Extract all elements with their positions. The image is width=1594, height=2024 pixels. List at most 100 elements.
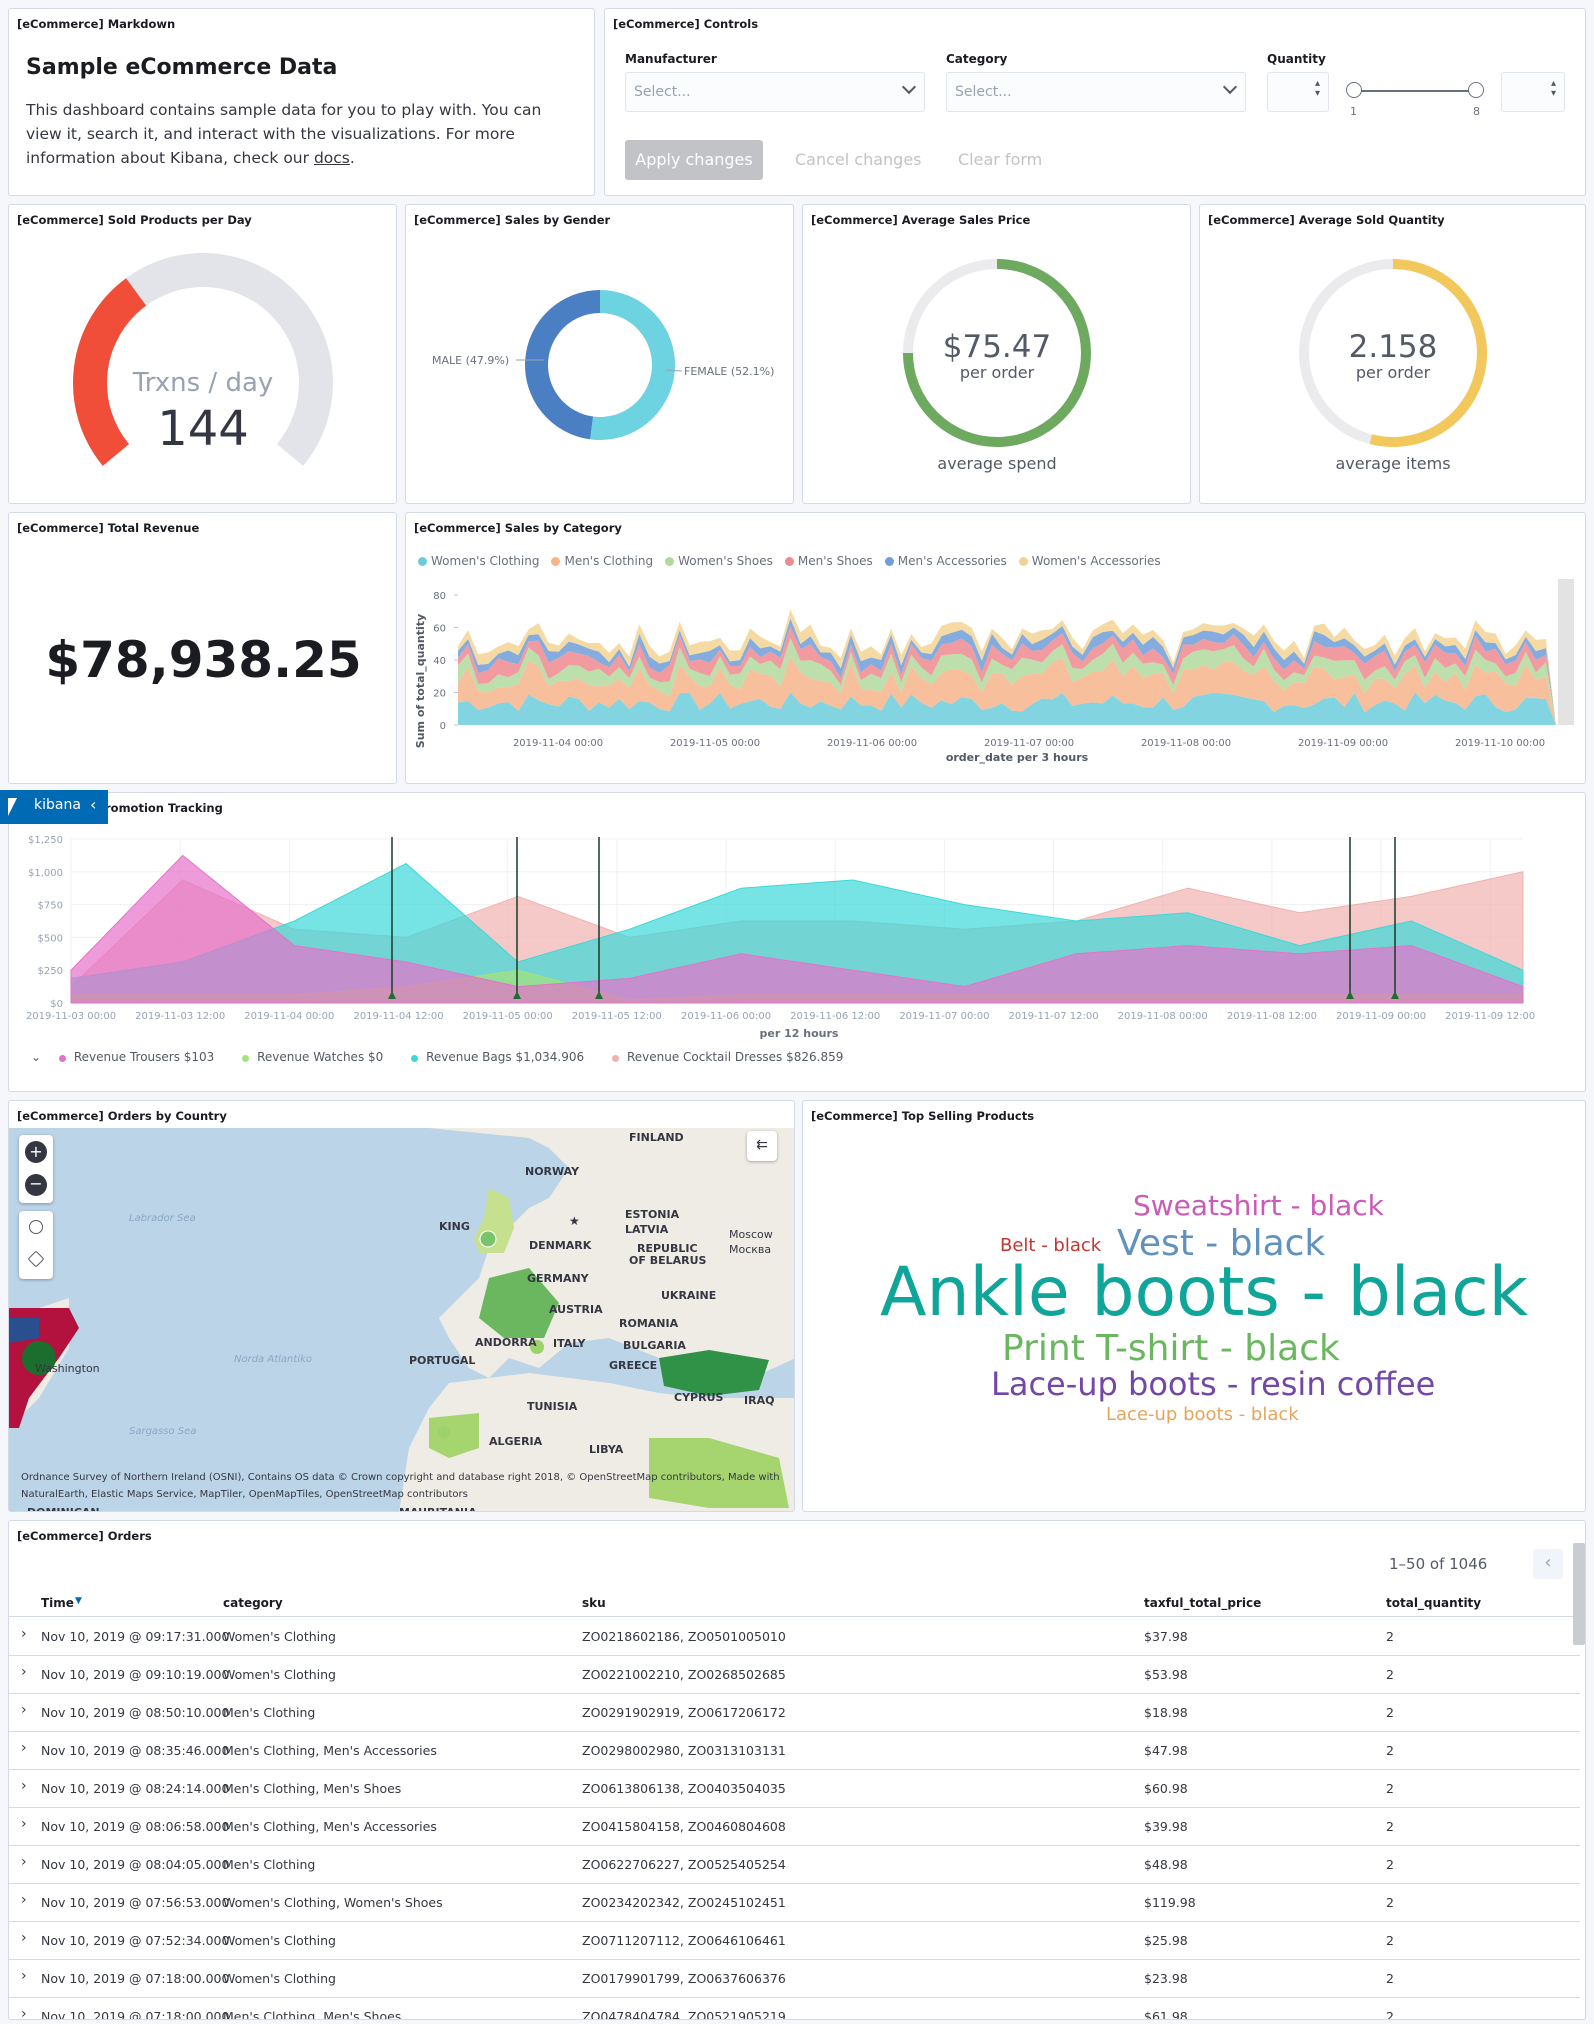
table-cell: Women's Clothing	[223, 1629, 336, 1644]
manufacturer-select[interactable]: Select...	[625, 72, 925, 112]
range-max-tick: 8	[1473, 105, 1480, 118]
sort-desc-icon[interactable]: ▼	[75, 1596, 82, 1606]
map-label: Moscow	[729, 1228, 773, 1241]
word-print-tshirt[interactable]: Print T-shirt - black	[1002, 1328, 1340, 1369]
legend-item[interactable]: Revenue Cocktail Dresses $826.859	[612, 1050, 843, 1064]
range-track[interactable]	[1353, 90, 1477, 92]
table-row[interactable]: › Nov 10, 2019 @ 07:18:00.000 Men's Clothi…	[9, 1998, 1580, 2020]
quantity-min-input[interactable]: ▴ ▾	[1267, 72, 1329, 112]
table-row[interactable]: › Nov 10, 2019 @ 08:04:05.000 Men's Clothi…	[9, 1846, 1580, 1884]
y-tick: $0	[50, 999, 63, 1010]
layer-toggle-icon[interactable]: ⇇	[747, 1131, 777, 1161]
capital-star-icon: ★	[569, 1214, 580, 1228]
x-tick: 2019-11-09 12:00	[1445, 1011, 1535, 1022]
docs-link[interactable]: docs	[314, 149, 350, 167]
word-sweatshirt[interactable]: Sweatshirt - black	[1133, 1189, 1384, 1222]
kibana-logo-icon	[8, 798, 17, 816]
cancel-changes-button[interactable]: Cancel changes	[795, 150, 922, 169]
metric-ring: $75.47 per order average spend	[903, 259, 1091, 473]
map-label: Norda Atlantiko	[234, 1354, 312, 1365]
expand-row-icon[interactable]: ›	[21, 1626, 27, 1642]
expand-row-icon[interactable]: ›	[21, 1664, 27, 1680]
x-tick: 2019-11-06 12:00	[790, 1011, 880, 1022]
quantity-max-input[interactable]: ▴ ▾	[1501, 72, 1565, 112]
y-tick: 20	[433, 689, 446, 700]
map-label: KING	[439, 1220, 470, 1233]
table-row[interactable]: › Nov 10, 2019 @ 08:24:14.000 Men's Clothi…	[9, 1770, 1580, 1808]
table-row[interactable]: › Nov 10, 2019 @ 08:50:10.000 Men's Clothi…	[9, 1694, 1580, 1732]
table-row[interactable]: › Nov 10, 2019 @ 07:56:53.000 Women's Clot…	[9, 1884, 1580, 1922]
legend-toggle-icon[interactable]: ⌄	[31, 1050, 41, 1064]
col-category[interactable]: category	[223, 1596, 283, 1610]
prev-page-button[interactable]: ‹	[1533, 1549, 1563, 1579]
x-tick: 2019-11-05 00:00	[463, 1011, 553, 1022]
zoom-out-icon[interactable]: −	[25, 1174, 47, 1196]
map-marker[interactable]	[438, 1426, 450, 1438]
map-label: ITALY	[553, 1337, 587, 1350]
legend-dot	[59, 1055, 67, 1062]
wrench-icon[interactable]	[27, 1250, 45, 1268]
table-row[interactable]: › Nov 10, 2019 @ 09:17:31.000 Women's Clot…	[9, 1618, 1580, 1656]
table-row[interactable]: › Nov 10, 2019 @ 08:06:58.000 Men's Clothi…	[9, 1808, 1580, 1846]
col-time[interactable]: Time	[41, 1596, 74, 1610]
word-laceup-coffee[interactable]: Lace-up boots - resin coffee	[991, 1365, 1435, 1403]
expand-row-icon[interactable]: ›	[21, 2006, 27, 2019]
x-tick: 2019-11-08 12:00	[1227, 1011, 1317, 1022]
table-scrollbar[interactable]	[1573, 1543, 1585, 1645]
scrollbar[interactable]	[1558, 579, 1574, 725]
expand-row-icon[interactable]: ›	[21, 1702, 27, 1718]
expand-row-icon[interactable]: ›	[21, 1892, 27, 1908]
table-cell: $18.98	[1144, 1705, 1188, 1720]
table-row[interactable]: › Nov 10, 2019 @ 09:10:19.000 Women's Clot…	[9, 1656, 1580, 1694]
expand-row-icon[interactable]: ›	[21, 1778, 27, 1794]
expand-row-icon[interactable]: ›	[21, 1930, 27, 1946]
markdown-heading: Sample eCommerce Data	[26, 55, 338, 80]
expand-row-icon[interactable]: ›	[21, 1854, 27, 1870]
clear-form-button[interactable]: Clear form	[958, 150, 1042, 169]
word-laceup-black[interactable]: Lace-up boots - black	[1106, 1404, 1299, 1425]
legend-item[interactable]: Revenue Trousers $103	[59, 1050, 214, 1064]
table-cell: ZO0234202342, ZO0245102451	[582, 1895, 786, 1910]
table-row[interactable]: › Nov 10, 2019 @ 07:52:34.000 Women's Clot…	[9, 1922, 1580, 1960]
range-min-handle[interactable]	[1346, 82, 1362, 98]
table-cell: 2	[1386, 1781, 1394, 1796]
map-marker[interactable]	[479, 1230, 497, 1248]
sold-per-day-panel: [eCommerce] Sold Products per Day Trxns …	[8, 204, 397, 504]
manufacturer-placeholder: Select...	[634, 84, 691, 100]
kibana-badge[interactable]: kibana ‹	[0, 790, 108, 824]
map-canvas[interactable]: Ordnance Survey of Northern Ireland (OSN…	[9, 1128, 795, 1512]
category-select[interactable]: Select...	[946, 72, 1246, 112]
table-row[interactable]: › Nov 10, 2019 @ 07:18:00.000 Women's Clot…	[9, 1960, 1580, 1998]
zoom-in-icon[interactable]: +	[25, 1141, 47, 1163]
table-cell: 2	[1386, 1629, 1394, 1644]
collapse-chevron-icon[interactable]: ‹	[90, 795, 96, 814]
x-tick: 2019-11-09 00:00	[1336, 1011, 1426, 1022]
markdown-end: .	[349, 149, 355, 167]
table-cell: Nov 10, 2019 @ 08:06:58.000	[41, 1819, 230, 1834]
top-selling-panel: [eCommerce] Top Selling Products Sweatsh…	[802, 1100, 1586, 1512]
legend-item[interactable]: Revenue Bags $1,034.906	[411, 1050, 584, 1064]
table-row[interactable]: › Nov 10, 2019 @ 08:35:46.000 Men's Clothi…	[9, 1732, 1580, 1770]
range-max-handle[interactable]	[1468, 82, 1484, 98]
apply-changes-button[interactable]: Apply changes	[625, 140, 763, 180]
table-cell: 2	[1386, 1819, 1394, 1834]
markdown-panel: [eCommerce] Markdown Sample eCommerce Da…	[8, 8, 595, 196]
table-cell: Nov 10, 2019 @ 07:52:34.000	[41, 1933, 230, 1948]
col-sku[interactable]: sku	[582, 1596, 606, 1610]
locate-icon[interactable]	[29, 1220, 43, 1234]
legend-item[interactable]: Revenue Watches $0	[242, 1050, 383, 1064]
expand-row-icon[interactable]: ›	[21, 1968, 27, 1984]
col-total-quantity[interactable]: total_quantity	[1386, 1596, 1481, 1610]
map-label: UKRAINE	[661, 1289, 716, 1302]
manufacturer-label: Manufacturer	[625, 52, 717, 66]
map-label: Washington	[35, 1362, 100, 1375]
col-total-price[interactable]: taxful_total_price	[1144, 1596, 1261, 1610]
metric-value: 2.158	[1349, 329, 1438, 365]
total-revenue-panel: [eCommerce] Total Revenue $78,938.25	[8, 512, 397, 784]
metric-caption: average items	[1335, 454, 1450, 473]
gauge-fill	[73, 278, 147, 466]
table-cell: Men's Clothing, Men's Shoes	[223, 2009, 402, 2020]
expand-row-icon[interactable]: ›	[21, 1740, 27, 1756]
expand-row-icon[interactable]: ›	[21, 1816, 27, 1832]
word-ankle-boots[interactable]: Ankle boots - black	[880, 1253, 1528, 1332]
